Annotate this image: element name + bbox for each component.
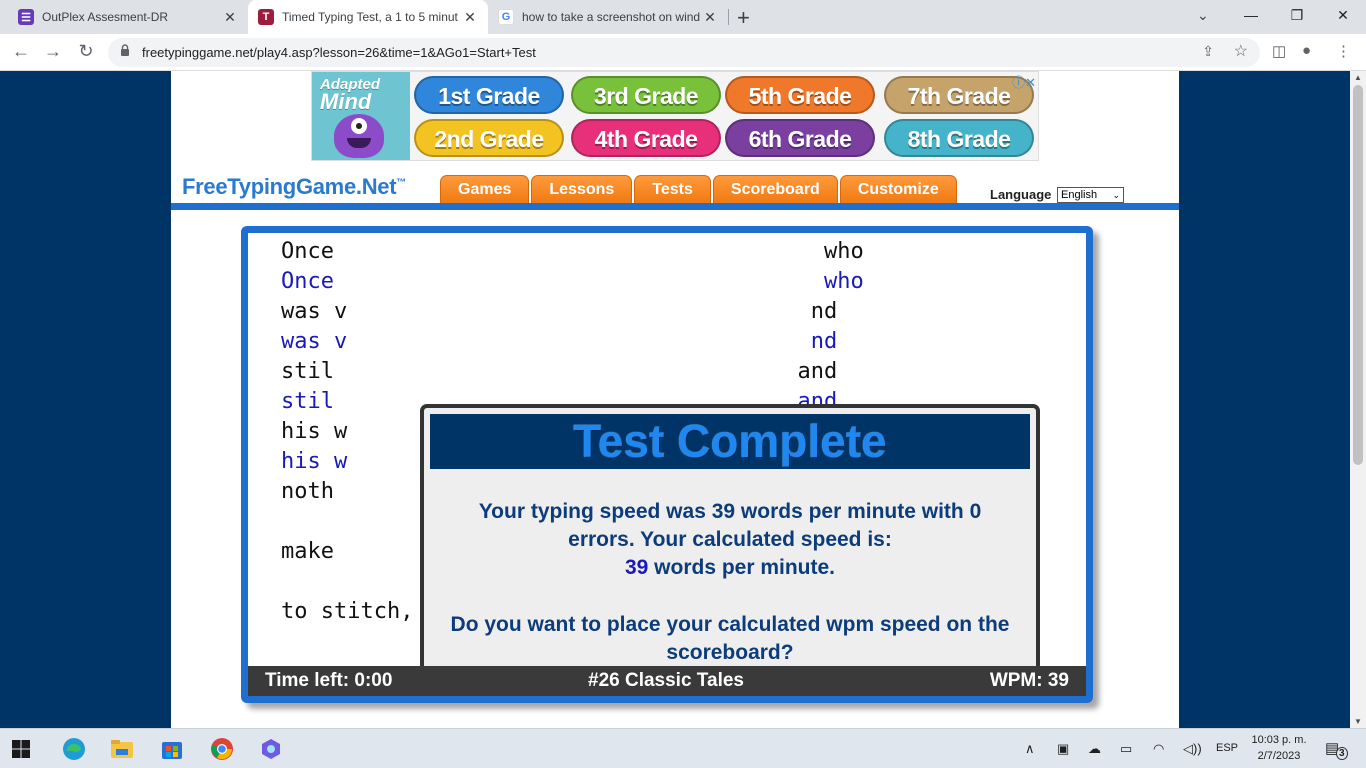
chrome-icon[interactable] xyxy=(210,737,234,761)
copilot-app-icon[interactable] xyxy=(259,737,283,761)
nav-lessons[interactable]: Lessons xyxy=(531,175,633,203)
test-complete-dialog: Test Complete Your typing speed was 39 w… xyxy=(420,404,1040,696)
lock-icon[interactable] xyxy=(120,44,130,56)
volume-icon[interactable]: ◁)) xyxy=(1183,741,1202,757)
monster-mascot-icon xyxy=(334,114,384,158)
edge-icon[interactable] xyxy=(62,737,86,761)
address-bar[interactable]: freetypinggame.net/play4.asp?lesson=26&t… xyxy=(108,38,1260,67)
clock-date: 2/7/2023 xyxy=(1257,750,1301,762)
back-icon[interactable]: ← xyxy=(9,41,33,62)
forward-icon[interactable]: → xyxy=(41,41,65,62)
main-nav: Games Lessons Tests Scoreboard Customize xyxy=(440,175,957,203)
ad-grade-button[interactable]: 3rd Grade xyxy=(571,76,721,114)
ad-choices-close-icon[interactable]: ⓘ✕ xyxy=(1012,72,1036,91)
input-language[interactable]: ESP xyxy=(1216,742,1238,754)
file-explorer-icon[interactable] xyxy=(110,737,134,761)
language-value: English xyxy=(1061,189,1098,201)
language-select[interactable]: English ⌄ xyxy=(1057,187,1124,203)
menu-kebab-icon[interactable]: ⋮ xyxy=(1336,42,1351,60)
page-content: Adapted Mind 1st Grade 3rd Grade 5th Gra… xyxy=(171,71,1179,728)
ad-grade-button[interactable]: 1st Grade xyxy=(414,76,564,114)
google-icon: G xyxy=(498,9,514,25)
side-panel-icon[interactable]: ◫ xyxy=(1272,42,1286,60)
scroll-up-icon[interactable]: ▲ xyxy=(1354,73,1362,82)
forms-icon: ☰ xyxy=(18,9,34,25)
url-text: freetypinggame.net/play4.asp?lesson=26&t… xyxy=(142,45,536,60)
source-text-line: Once who xyxy=(281,239,864,264)
typing-test-panel[interactable]: Once whoOnce whowas v ndwas v ndstil xyxy=(241,226,1093,703)
browser-toolbar: ← → ↻ freetypinggame.net/play4.asp?lesso… xyxy=(0,34,1366,71)
ad-grade-button[interactable]: 2nd Grade xyxy=(414,119,564,157)
windows-taskbar: ∧ ▣ ☁ ▭ ◠ ◁)) ESP 10:03 p. m. 2/7/2023 ▤… xyxy=(0,728,1366,768)
page-scrollbar[interactable]: ▲ ▼ xyxy=(1350,71,1366,728)
scroll-down-icon[interactable]: ▼ xyxy=(1354,717,1362,726)
calculated-wpm: 39 xyxy=(624,556,649,579)
dialog-title: Test Complete xyxy=(430,414,1030,469)
close-tab-icon[interactable]: ✕ xyxy=(222,9,238,26)
page-viewport: Adapted Mind 1st Grade 3rd Grade 5th Gra… xyxy=(0,71,1350,728)
header-divider xyxy=(171,203,1179,210)
share-icon[interactable]: ⇪ xyxy=(1202,43,1214,60)
nav-scoreboard[interactable]: Scoreboard xyxy=(712,175,838,203)
battery-icon[interactable]: ▭ xyxy=(1120,741,1132,757)
lesson-name: #26 Classic Tales xyxy=(588,670,744,691)
ad-brand-line2: Mind xyxy=(320,89,372,114)
nav-tests[interactable]: Tests xyxy=(634,175,711,203)
chevron-down-icon: ⌄ xyxy=(1112,190,1120,200)
window-controls: — ❐ ✕ xyxy=(1228,0,1366,34)
system-clock[interactable]: 10:03 p. m. 2/7/2023 xyxy=(1244,732,1314,764)
typed-text-line: Once who xyxy=(281,269,864,294)
site-logo[interactable]: FreeTypingGame.Net™ xyxy=(182,174,406,200)
minimize-icon[interactable]: — xyxy=(1228,0,1274,34)
browser-tabstrip: ☰ OutPlex Assesment-DR ✕ T Timed Typing … xyxy=(0,0,1366,34)
nav-customize[interactable]: Customize xyxy=(839,175,957,203)
dialog-question: Do you want to place your calculated wpm… xyxy=(450,613,1010,664)
ad-grade-button[interactable]: 6th Grade xyxy=(725,119,875,157)
time-left: Time left: 0:00 xyxy=(265,670,393,691)
yes-button[interactable]: Yes xyxy=(634,695,705,696)
device-icon[interactable]: ▣ xyxy=(1057,741,1069,757)
tab-typing-test[interactable]: T Timed Typing Test, a 1 to 5 minut ✕ xyxy=(248,0,488,34)
onedrive-cloud-icon[interactable]: ☁ xyxy=(1088,741,1101,757)
dialog-message: Your typing speed was 39 words per minut… xyxy=(478,500,982,579)
nav-games[interactable]: Games xyxy=(440,175,530,203)
clock-time: 10:03 p. m. xyxy=(1251,734,1307,746)
tab-outplex[interactable]: ☰ OutPlex Assesment-DR ✕ xyxy=(8,0,248,34)
restore-icon[interactable]: ❐ xyxy=(1274,0,1320,34)
tab-search-chevron-icon[interactable]: ⌄ xyxy=(1197,7,1209,24)
scrollbar-thumb[interactable] xyxy=(1353,85,1363,465)
notification-count-badge: 3 xyxy=(1336,747,1348,760)
ad-banner[interactable]: Adapted Mind 1st Grade 3rd Grade 5th Gra… xyxy=(311,71,1039,161)
source-text-line: stil and xyxy=(281,359,838,384)
windows-start-icon[interactable] xyxy=(12,740,30,758)
reload-icon[interactable]: ↻ xyxy=(74,41,98,62)
no-button[interactable]: No xyxy=(765,695,824,696)
typed-text-line: was v nd xyxy=(281,329,838,354)
ad-grade-button[interactable]: 5th Grade xyxy=(725,76,875,114)
test-status-bar: Time left: 0:00 #26 Classic Tales WPM: 3… xyxy=(248,666,1086,696)
show-hidden-icons-chevron[interactable]: ∧ xyxy=(1025,741,1035,757)
source-text-line: was v nd xyxy=(281,299,838,324)
tab-separator xyxy=(728,9,729,25)
wifi-icon[interactable]: ◠ xyxy=(1153,741,1164,757)
microsoft-store-icon[interactable] xyxy=(160,737,184,761)
close-tab-icon[interactable]: ✕ xyxy=(462,9,478,26)
bookmark-star-icon[interactable]: ☆ xyxy=(1234,41,1248,61)
profile-avatar-icon[interactable]: ● xyxy=(1302,42,1311,59)
wpm-readout: WPM: 39 xyxy=(989,670,1069,691)
language-label: Language xyxy=(990,187,1052,202)
close-window-icon[interactable]: ✕ xyxy=(1320,0,1366,34)
typing-site-icon: T xyxy=(258,9,274,25)
adapted-mind-logo[interactable]: Adapted Mind xyxy=(312,72,410,160)
ad-grade-button[interactable]: 4th Grade xyxy=(571,119,721,157)
new-tab-icon[interactable]: + xyxy=(737,5,750,31)
close-tab-icon[interactable]: ✕ xyxy=(702,9,718,26)
ad-grade-button[interactable]: 8th Grade xyxy=(884,119,1034,157)
tab-google-search[interactable]: G how to take a screenshot on wind ✕ xyxy=(488,0,728,34)
